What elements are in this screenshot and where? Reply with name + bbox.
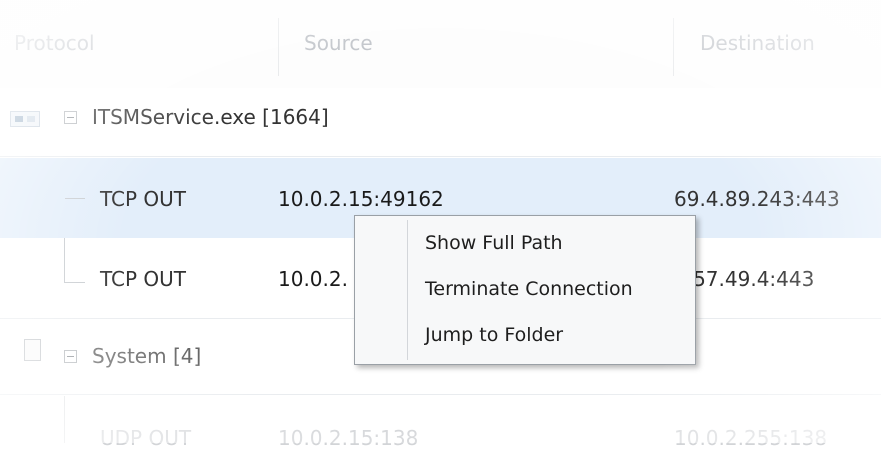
column-header-destination[interactable]: Destination	[700, 31, 815, 55]
menu-item-show-full-path[interactable]: Show Full Path	[409, 221, 691, 265]
column-divider[interactable]	[278, 18, 279, 76]
menu-item-terminate-connection[interactable]: Terminate Connection	[409, 267, 691, 311]
destination-cell: 10.0.2.255:138	[674, 426, 828, 450]
source-cell: 10.0.2.	[278, 267, 348, 291]
tree-branch	[65, 282, 85, 283]
protocol-cell: UDP OUT	[100, 426, 192, 450]
menu-item-label: Terminate Connection	[425, 278, 633, 300]
row-divider	[0, 156, 881, 157]
process-name: System [4]	[92, 344, 202, 368]
protocol-cell: TCP OUT	[100, 187, 187, 211]
row-divider	[0, 394, 881, 395]
menu-icon-gutter	[407, 220, 408, 360]
column-header-protocol[interactable]: Protocol	[14, 31, 95, 55]
collapse-icon[interactable]	[64, 350, 77, 363]
destination-cell: 69.4.89.243:443	[674, 187, 840, 211]
menu-item-label: Jump to Folder	[425, 324, 564, 346]
document-icon	[24, 339, 41, 361]
menu-item-jump-to-folder[interactable]: Jump to Folder	[409, 313, 691, 357]
process-group-row[interactable]: ITSMService.exe [1664]	[0, 88, 881, 162]
source-cell: 10.0.2.15:49162	[278, 187, 444, 211]
protocol-cell: TCP OUT	[100, 267, 187, 291]
column-header-bar: Protocol Source Destination	[0, 0, 881, 88]
context-menu: Show Full Path Terminate Connection Jump…	[354, 215, 696, 365]
source-cell: 10.0.2.15:138	[278, 426, 419, 450]
menu-item-label: Show Full Path	[425, 232, 563, 254]
column-divider[interactable]	[673, 18, 674, 76]
connection-row[interactable]: UDP OUT 10.0.2.15:138 10.0.2.255:138	[0, 396, 881, 476]
tree-branch	[65, 198, 85, 199]
process-name: ITSMService.exe [1664]	[92, 105, 329, 129]
process-icon	[10, 111, 40, 127]
column-header-source[interactable]: Source	[304, 31, 373, 55]
collapse-icon[interactable]	[64, 111, 77, 124]
